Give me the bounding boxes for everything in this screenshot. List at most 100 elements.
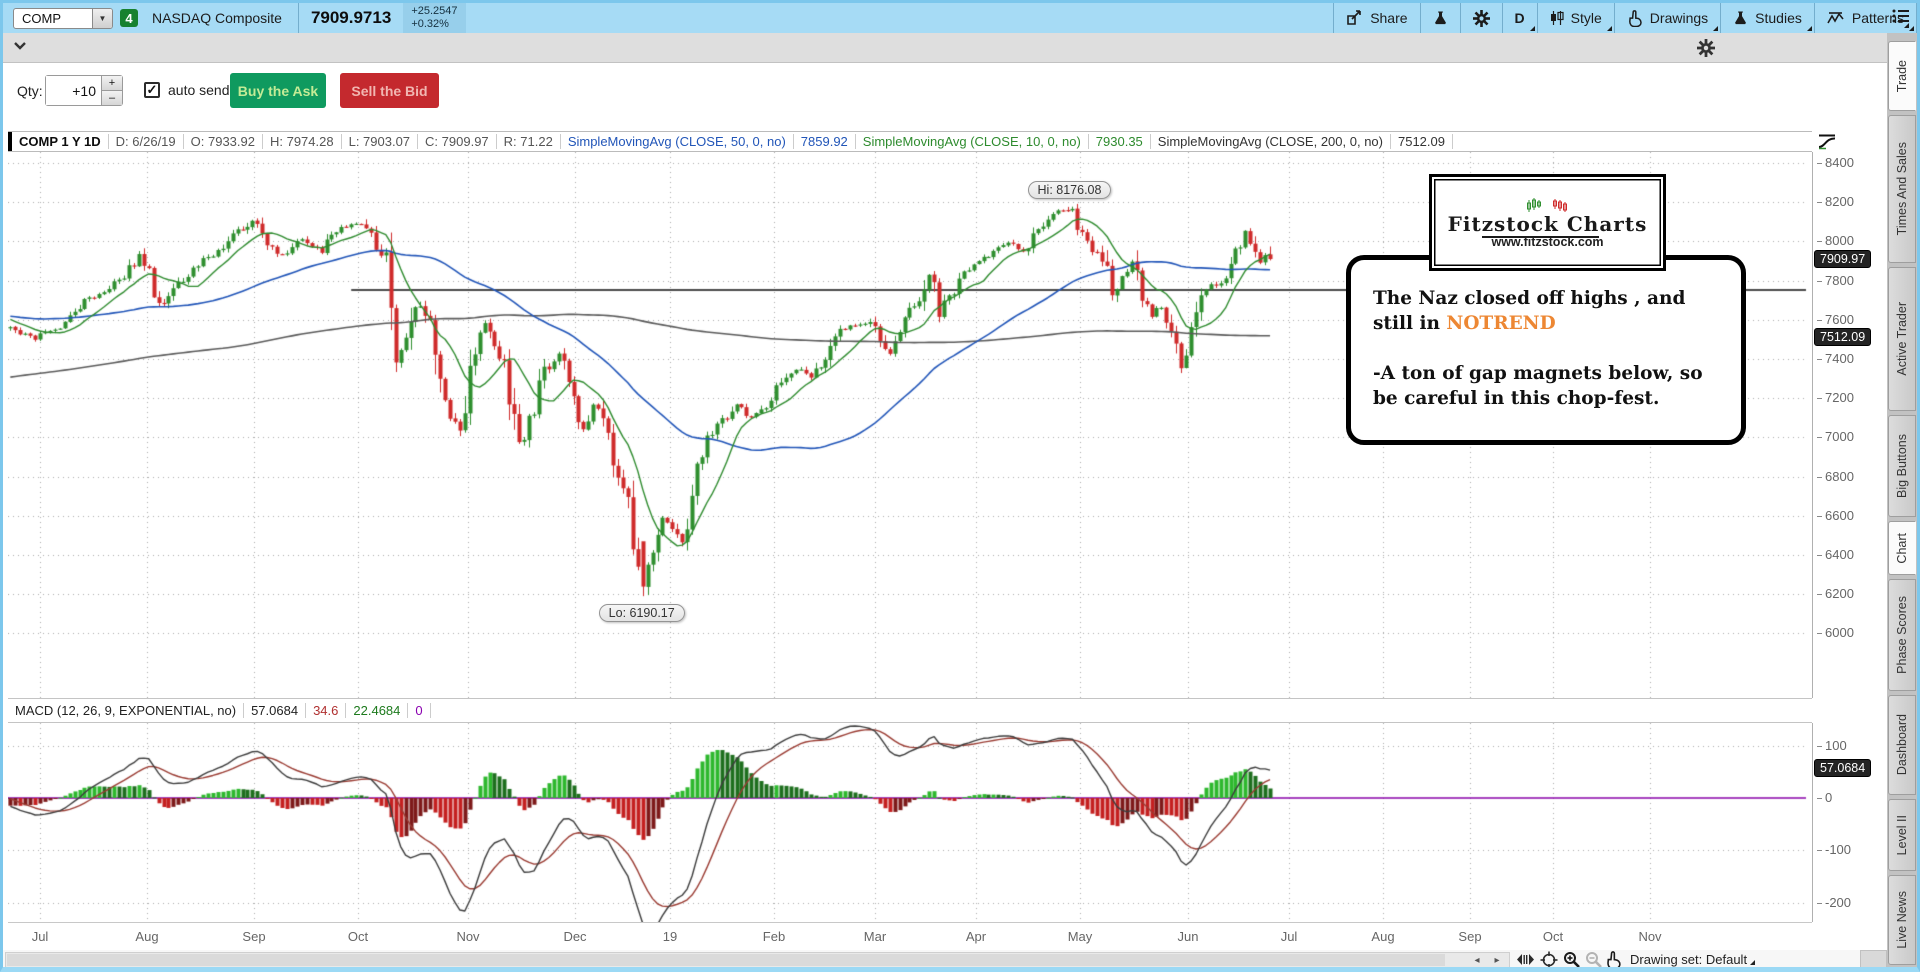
price-axis-tick: 8200 <box>1817 194 1854 209</box>
dropdown-caret-icon <box>1806 26 1812 31</box>
dropdown-caret-icon <box>1750 960 1756 965</box>
zoom-out-tool-icon[interactable] <box>1585 951 1603 969</box>
sma200-axis-badge: 7512.09 <box>1814 328 1872 347</box>
horizontal-scrollbar[interactable]: ◂ ▸ <box>5 952 1510 967</box>
quantity-stepper[interactable]: + – <box>45 75 123 106</box>
timeframe-button[interactable]: D <box>1503 3 1537 33</box>
flask-icon <box>1735 11 1747 25</box>
time-axis-label: Oct <box>1542 929 1564 944</box>
collapse-chevron-icon[interactable] <box>13 41 27 51</box>
drawings-button[interactable]: Drawings <box>1615 3 1720 33</box>
chart-bottom-bar: ◂ ▸ Drawing set: Default <box>3 950 1887 969</box>
pan-tool-icon[interactable] <box>1516 951 1535 968</box>
sidebar-tab-times-and-sales[interactable]: Times And Sales <box>1888 115 1916 263</box>
sidebar-tab-chart[interactable]: Chart <box>1888 521 1916 575</box>
chart-annotation-note: The Naz closed off highs , and still in … <box>1346 255 1746 445</box>
qty-label: Qty: <box>17 83 43 99</box>
sidebar-tab-phase-scores[interactable]: Phase Scores <box>1888 579 1916 691</box>
qty-increment-button[interactable]: + <box>102 76 122 91</box>
order-entry-bar: Qty: + – ✓ auto send Buy the Ask Sell th… <box>3 63 1887 123</box>
link-group-badge[interactable]: 4 <box>120 9 138 27</box>
macd-axis-tick: -200 <box>1817 895 1851 910</box>
macd-axis-tick: 0 <box>1817 790 1832 805</box>
dropdown-caret-icon <box>1713 26 1719 31</box>
chart-menu-button[interactable] <box>1891 7 1911 30</box>
sidebar-tab-dashboard[interactable]: Dashboard <box>1888 695 1916 795</box>
crosshair-tool-icon[interactable] <box>1540 951 1558 969</box>
quantity-input[interactable] <box>46 76 101 105</box>
symbol-dropdown-arrow-icon[interactable]: ▼ <box>92 8 112 28</box>
chart-fit-icon[interactable] <box>1816 133 1838 150</box>
last-price: 7909.9713 <box>310 8 392 27</box>
note-line2: still in NOTREND <box>1373 313 1556 334</box>
top-toolbar: COMP ▼ 4 NASDAQ Composite 7909.9713 +25.… <box>3 3 1917 33</box>
drawing-set-selector[interactable]: Drawing set: Default <box>1630 952 1757 967</box>
chart-header-segment: 7930.35 <box>1089 134 1151 149</box>
high-marker-badge: Hi: 8176.08 <box>1027 180 1112 199</box>
macd-header-segment: 0 <box>408 703 431 718</box>
price-axis-tick: 7800 <box>1817 273 1854 288</box>
time-axis-label: Jul <box>1280 929 1298 944</box>
time-axis-label: Nov <box>1638 929 1662 944</box>
price-axis-tick: 6200 <box>1817 586 1854 601</box>
instrument-name: NASDAQ Composite <box>152 10 282 26</box>
sidebar-tab-level-ii[interactable]: Level II <box>1888 799 1916 871</box>
buy-ask-button[interactable]: Buy the Ask <box>230 73 326 108</box>
sidebar-tab-label: Dashboard <box>1895 714 1909 776</box>
analyze-button[interactable] <box>1421 3 1460 33</box>
share-button[interactable]: Share <box>1334 3 1419 33</box>
change-percent: +0.32% <box>411 18 449 30</box>
thinkorswim-chart-window: COMP ▼ 4 NASDAQ Composite 7909.9713 +25.… <box>0 0 1920 972</box>
time-axis-label: Sep <box>242 929 266 944</box>
scroll-right-arrow-icon[interactable]: ▸ <box>1488 954 1506 967</box>
chart-header-segment: H: 7974.28 <box>263 134 342 149</box>
style-button[interactable]: Style <box>1538 3 1614 33</box>
sidebar-tab-label: Times And Sales <box>1895 142 1909 236</box>
sidebar-tab-big-buttons[interactable]: Big Buttons <box>1888 415 1916 517</box>
time-axis-label: Jun <box>1177 929 1199 944</box>
studies-label: Studies <box>1755 10 1802 26</box>
chart-header-segment: 7512.09 <box>1391 134 1453 149</box>
auto-send-checkbox[interactable]: ✓ <box>144 82 160 98</box>
sidebar-tab-label: Active Trader <box>1895 302 1909 376</box>
time-axis[interactable]: Jul Aug Sep Oct Nov Dec 19 Feb Mar Apr May Jun Jul Au… <box>8 922 1812 950</box>
sidebar-tab-label: Chart <box>1895 532 1909 564</box>
scroll-left-arrow-icon[interactable]: ◂ <box>1468 954 1486 967</box>
macd-header: MACD (12, 26, 9, EXPONENTIAL, no) 57.0684… <box>8 698 1812 723</box>
price-change: +25.2547 +0.32% <box>403 3 466 33</box>
right-gadget-sidebar: Trade Times And Sales Active Trader Big But… <box>1887 33 1917 967</box>
sidebar-tab-trade[interactable]: Trade <box>1888 41 1916 111</box>
share-label: Share <box>1370 10 1408 26</box>
macd-value-axis-badge: 57.0684 <box>1814 759 1872 778</box>
studies-button[interactable]: Studies <box>1721 3 1814 33</box>
symbol-combobox[interactable]: COMP ▼ <box>13 7 113 29</box>
sidebar-tab-label: Live News <box>1895 891 1909 949</box>
dropdown-caret-icon <box>1606 26 1612 31</box>
chart-header-segment: L: 7903.07 <box>342 134 419 149</box>
timeframe-label: D <box>1514 10 1525 26</box>
macd-header-segment: 34.6 <box>306 703 347 718</box>
price-axis-tick: 7600 <box>1817 312 1854 327</box>
chart-settings-button[interactable] <box>1461 3 1502 33</box>
time-axis-label: Nov <box>456 929 480 944</box>
gadget-gear-icon[interactable] <box>1697 39 1715 57</box>
price-axis-tick: 8000 <box>1817 233 1854 248</box>
hand-tool-icon[interactable] <box>1605 951 1622 969</box>
scrollbar-thumb[interactable] <box>7 954 1445 966</box>
logo-title: Fitzstock Charts <box>1447 211 1648 238</box>
sidebar-tab-live-news[interactable]: Live News <box>1888 875 1916 965</box>
dropdown-caret-icon <box>1529 26 1535 31</box>
macd-header-segment: MACD (12, 26, 9, EXPONENTIAL, no) <box>8 703 245 718</box>
chart-header-segment: O: 7933.92 <box>184 134 263 149</box>
sidebar-tab-active-trader[interactable]: Active Trader <box>1888 267 1916 411</box>
macd-header-segment: 57.0684 <box>244 703 307 718</box>
sell-bid-button[interactable]: Sell the Bid <box>340 73 439 108</box>
qty-decrement-button[interactable]: – <box>102 91 122 105</box>
chart-header-segment: C: 7909.97 <box>418 134 497 149</box>
sidebar-tab-label: Big Buttons <box>1895 434 1909 498</box>
zoom-in-tool-icon[interactable] <box>1563 951 1581 969</box>
macd-chart-canvas[interactable] <box>8 723 1813 922</box>
notrend-highlight: NOTREND <box>1446 313 1556 334</box>
price-axis-tick: 6400 <box>1817 547 1854 562</box>
low-marker-badge: Lo: 6190.17 <box>598 604 685 623</box>
